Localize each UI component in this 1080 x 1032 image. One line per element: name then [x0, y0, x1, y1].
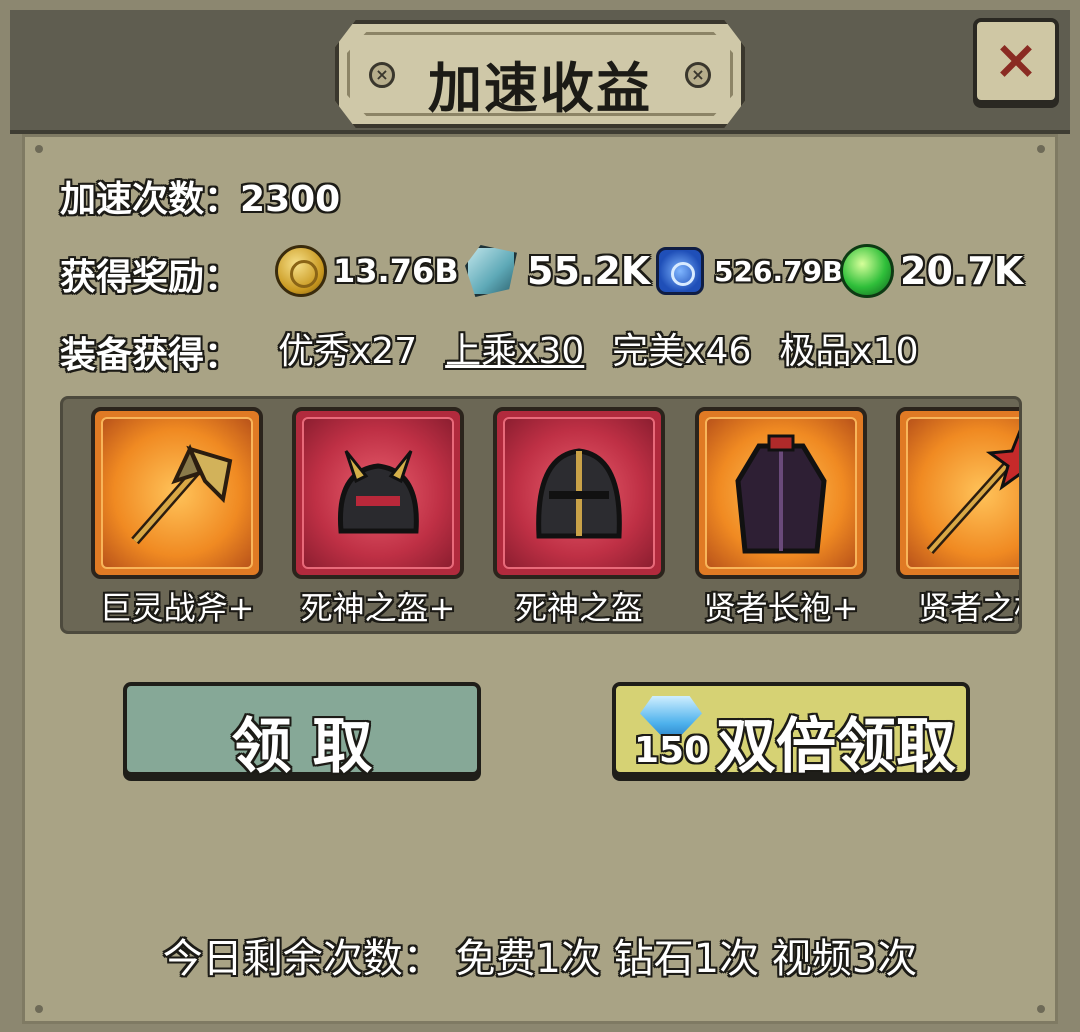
- reward-stone: 55.2K: [465, 243, 650, 299]
- reward-value: 55.2K: [527, 249, 651, 293]
- item-name: 贤者长袍+: [703, 589, 859, 627]
- grade-excellent: 优秀x27: [278, 331, 418, 372]
- sage-robe-icon: [735, 434, 827, 554]
- speedup-label: 加速次数：: [60, 179, 241, 220]
- item-name: 死神之盔: [514, 589, 643, 627]
- rivet: [1037, 1005, 1045, 1013]
- battle-axe-icon: [131, 444, 233, 545]
- reward-value: 13.76B: [333, 252, 459, 290]
- reward-value: 20.7K: [900, 249, 1024, 293]
- item-slot[interactable]: [695, 407, 867, 579]
- grade-superior: 上乘x30: [445, 331, 585, 372]
- speedup-row: 加速次数：2300: [60, 170, 340, 222]
- blue-orb-icon: [656, 247, 704, 295]
- equip-label: 装备获得：: [60, 335, 241, 376]
- close-button[interactable]: ×: [973, 18, 1059, 104]
- death-helmet-icon: [337, 450, 419, 534]
- reward-gold: 13.76B: [275, 243, 459, 299]
- reward-green: 20.7K: [840, 243, 1023, 299]
- rivet: [35, 145, 43, 153]
- rivet: [35, 1005, 43, 1013]
- equip-grades: 优秀x27 上乘x30 完美x46 极品x10: [278, 322, 947, 374]
- item-slot[interactable]: [91, 407, 263, 579]
- items-tray[interactable]: 巨灵战斧+ 死神之盔+ 死神之盔 贤者长袍+ 贤者之: [60, 396, 1022, 634]
- claim-button[interactable]: 领 取: [123, 682, 481, 782]
- stone-icon: [465, 245, 517, 297]
- grade-supreme: 极品x10: [779, 331, 919, 372]
- reward-value: 526.79B: [714, 254, 844, 288]
- item-name: 巨灵战斧+: [99, 589, 255, 627]
- gold-coin-icon: [275, 245, 327, 297]
- rewards-label: 获得奖励：: [60, 257, 241, 298]
- item-slot[interactable]: [292, 407, 464, 579]
- close-icon: ×: [993, 28, 1039, 91]
- double-claim-button[interactable]: 150 双倍领取: [612, 682, 970, 782]
- item-name: 死神之盔+: [300, 589, 456, 627]
- speedup-value: 2300: [240, 179, 341, 220]
- item-name: 贤者之杖: [917, 589, 1019, 627]
- title-plate: × × 加速收益: [335, 20, 745, 128]
- item-slot[interactable]: [896, 407, 1019, 579]
- remaining-count-text: 今日剩余次数： 免费1次 钻石1次 视频3次: [162, 936, 918, 982]
- claim-label: 领 取: [231, 712, 373, 782]
- dialog-title: 加速收益: [428, 57, 652, 120]
- rivet: [1037, 145, 1045, 153]
- sage-staff-icon: [926, 429, 1019, 555]
- double-cost: 150: [634, 730, 710, 771]
- double-claim-label: 双倍领取: [716, 712, 956, 782]
- reward-orb: 526.79B: [656, 243, 843, 299]
- green-essence-icon: [840, 244, 894, 298]
- item-slot[interactable]: [493, 407, 665, 579]
- grade-perfect: 完美x46: [612, 331, 752, 372]
- knight-helmet-icon: [536, 448, 622, 539]
- dialog-frame: × × 加速收益 × 加速次数：2300 获得奖励： 13.76B 55.2K …: [0, 0, 1080, 1032]
